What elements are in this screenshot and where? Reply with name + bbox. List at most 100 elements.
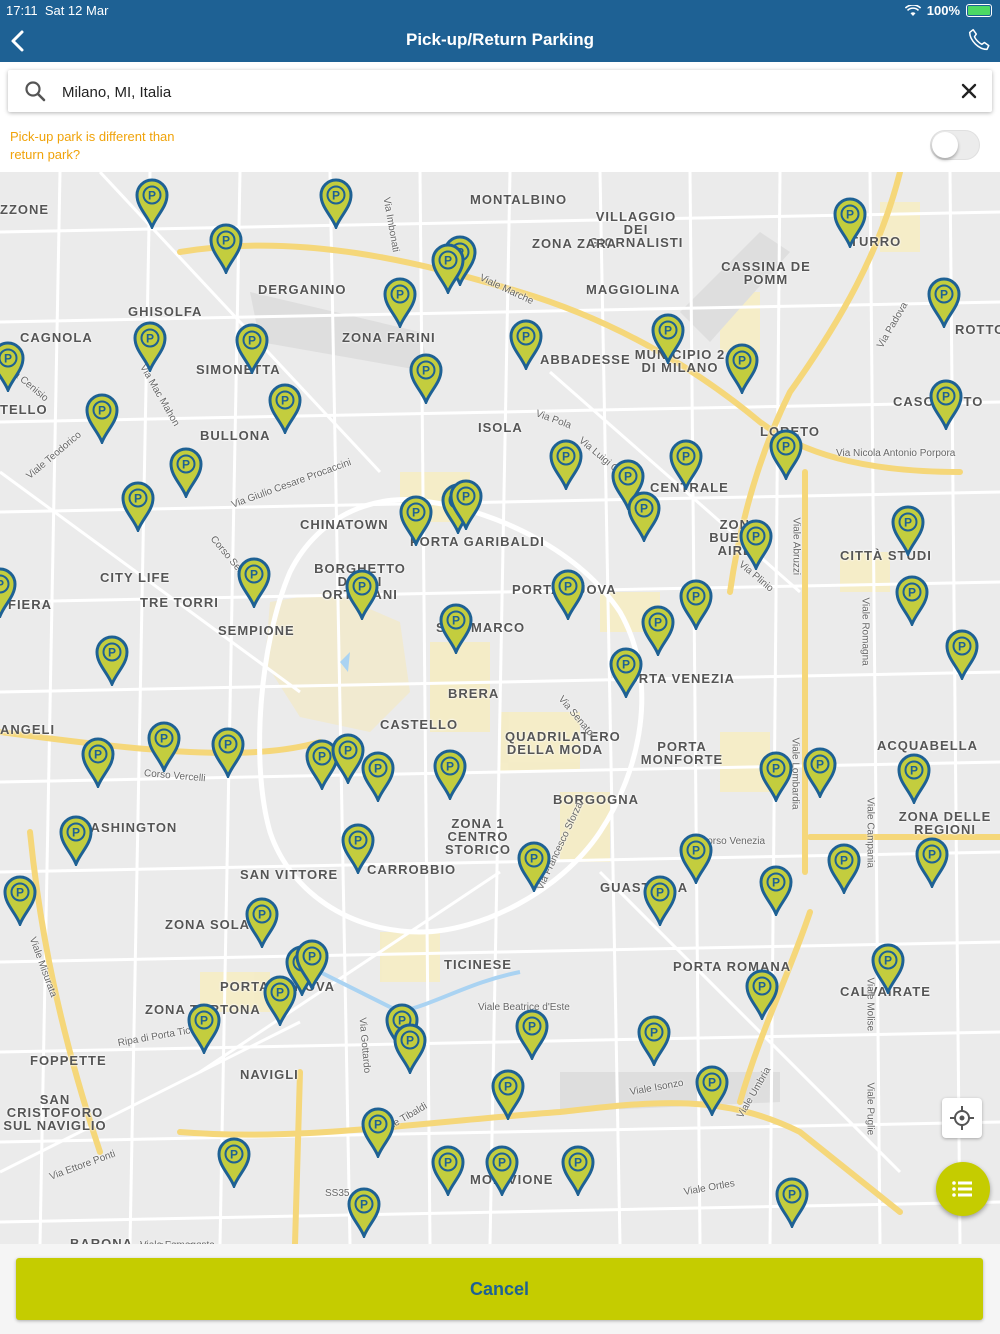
parking-pin[interactable]: P xyxy=(187,1002,221,1056)
svg-text:P: P xyxy=(574,1156,582,1170)
parking-pin[interactable]: P xyxy=(81,736,115,790)
parking-pin[interactable]: P xyxy=(361,1106,395,1160)
parking-pin[interactable]: P xyxy=(561,1144,595,1198)
parking-pin[interactable]: P xyxy=(147,720,181,774)
parking-pin[interactable]: P xyxy=(85,392,119,446)
parking-pin[interactable]: P xyxy=(759,750,793,804)
parking-pin[interactable]: P xyxy=(245,896,279,950)
parking-pin[interactable]: P xyxy=(871,942,905,996)
district-label: GHISOLFA xyxy=(128,304,203,319)
parking-pin[interactable]: P xyxy=(439,602,473,656)
parking-pin[interactable]: P xyxy=(133,320,167,374)
parking-pin[interactable]: P xyxy=(609,646,643,700)
svg-text:P: P xyxy=(134,492,142,506)
svg-text:P: P xyxy=(446,760,454,774)
parking-pin[interactable]: P xyxy=(383,276,417,330)
parking-pin[interactable]: P xyxy=(641,604,675,658)
parking-pin[interactable]: P xyxy=(775,1176,809,1230)
parking-pin[interactable]: P xyxy=(341,822,375,876)
street-label: Viale Abruzzi xyxy=(790,517,802,576)
different-park-toggle[interactable] xyxy=(930,130,980,160)
svg-text:P: P xyxy=(908,586,916,600)
parking-pin[interactable]: P xyxy=(295,938,329,992)
parking-pin[interactable]: P xyxy=(361,750,395,804)
phone-icon[interactable] xyxy=(966,27,992,53)
parking-pin[interactable]: P xyxy=(431,1144,465,1198)
parking-pin[interactable]: P xyxy=(551,568,585,622)
cancel-button[interactable]: Cancel xyxy=(16,1258,983,1320)
close-icon[interactable] xyxy=(960,82,978,100)
parking-pin[interactable]: P xyxy=(897,752,931,806)
parking-pin[interactable]: P xyxy=(409,352,443,406)
parking-pin[interactable]: P xyxy=(833,196,867,250)
district-label: SAN CRISTOFORO SUL NAVIGLIO xyxy=(3,1092,107,1133)
parking-pin[interactable]: P xyxy=(263,974,297,1028)
bottom-bar: Cancel xyxy=(0,1244,1000,1334)
parking-pin[interactable]: P xyxy=(237,556,271,610)
parking-pin[interactable]: P xyxy=(803,746,837,800)
parking-pin[interactable]: P xyxy=(169,446,203,500)
parking-pin[interactable]: P xyxy=(399,494,433,548)
parking-pin[interactable]: P xyxy=(393,1022,427,1076)
svg-text:P: P xyxy=(664,324,672,338)
parking-pin[interactable]: P xyxy=(347,1186,381,1240)
svg-text:P: P xyxy=(94,748,102,762)
locate-button[interactable] xyxy=(942,1098,982,1138)
parking-pin[interactable]: P xyxy=(211,726,245,780)
parking-pin[interactable]: P xyxy=(268,382,302,436)
parking-pin[interactable]: P xyxy=(759,864,793,918)
district-label: FOPPETTE xyxy=(30,1053,107,1068)
search-input[interactable] xyxy=(60,76,934,108)
parking-pin[interactable]: P xyxy=(927,276,961,330)
parking-pin[interactable]: P xyxy=(515,1008,549,1062)
parking-pin[interactable]: P xyxy=(769,428,803,482)
parking-pin[interactable]: P xyxy=(449,478,483,532)
street-label: Viale Campania xyxy=(864,797,876,868)
parking-map[interactable]: ZZONE MONTALBINO VILLAGGIO DEI GIORNALISTI… xyxy=(0,172,1000,1244)
parking-pin[interactable]: P xyxy=(509,318,543,372)
district-label: ABBADESSE xyxy=(540,352,631,367)
parking-pin[interactable]: P xyxy=(485,1144,519,1198)
parking-pin[interactable]: P xyxy=(679,832,713,886)
different-park-label: Pick-up park is different than return pa… xyxy=(10,129,175,162)
parking-pin[interactable]: P xyxy=(209,222,243,276)
parking-pin[interactable]: P xyxy=(669,438,703,492)
parking-pin[interactable]: P xyxy=(891,504,925,558)
parking-pin[interactable]: P xyxy=(491,1068,525,1122)
svg-text:P: P xyxy=(840,854,848,868)
parking-pin[interactable]: P xyxy=(135,177,169,231)
parking-pin[interactable]: P xyxy=(319,177,353,231)
parking-pin[interactable]: P xyxy=(627,490,661,544)
parking-pin[interactable]: P xyxy=(235,322,269,376)
parking-pin[interactable]: P xyxy=(651,312,685,366)
parking-pin[interactable]: P xyxy=(945,628,979,682)
parking-pin[interactable]: P xyxy=(517,840,551,894)
parking-pin[interactable]: P xyxy=(827,842,861,896)
parking-pin[interactable]: P xyxy=(549,438,583,492)
parking-pin[interactable]: P xyxy=(895,574,929,628)
svg-text:P: P xyxy=(422,364,430,378)
parking-pin[interactable]: P xyxy=(745,968,779,1022)
parking-pin[interactable]: P xyxy=(331,732,365,786)
parking-pin[interactable]: P xyxy=(345,568,379,622)
parking-pin[interactable]: P xyxy=(431,242,465,296)
parking-pin[interactable]: P xyxy=(95,634,129,688)
parking-pin[interactable]: P xyxy=(929,378,963,432)
district-label: ZONA FARINI xyxy=(342,330,436,345)
svg-text:P: P xyxy=(656,886,664,900)
parking-pin[interactable]: P xyxy=(0,340,25,394)
parking-pin[interactable]: P xyxy=(217,1136,251,1190)
parking-pin[interactable]: P xyxy=(3,874,37,928)
parking-pin[interactable]: P xyxy=(739,518,773,572)
parking-pin[interactable]: P xyxy=(121,480,155,534)
parking-pin[interactable]: P xyxy=(0,566,17,620)
list-view-button[interactable] xyxy=(936,1162,990,1216)
parking-pin[interactable]: P xyxy=(637,1014,671,1068)
parking-pin[interactable]: P xyxy=(59,814,93,868)
parking-pin[interactable]: P xyxy=(725,342,759,396)
parking-pin[interactable]: P xyxy=(643,874,677,928)
parking-pin[interactable]: P xyxy=(433,748,467,802)
parking-pin[interactable]: P xyxy=(915,836,949,890)
parking-pin[interactable]: P xyxy=(679,578,713,632)
parking-pin[interactable]: P xyxy=(695,1064,729,1118)
